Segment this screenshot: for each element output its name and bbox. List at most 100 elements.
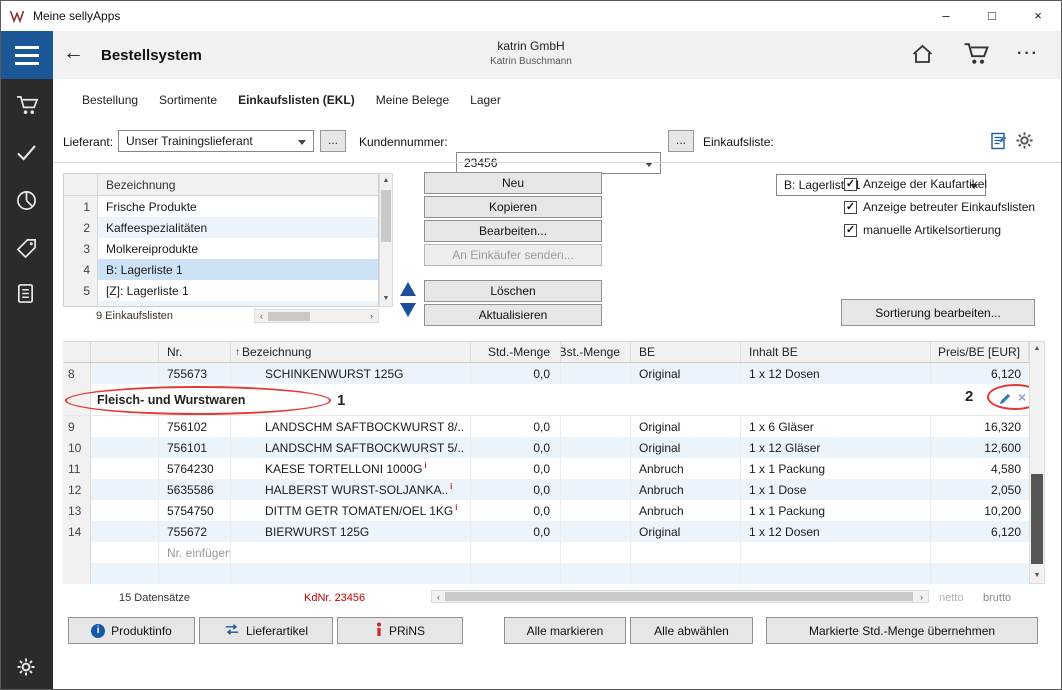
scroll-right-icon[interactable]: › [915,592,928,602]
app-window: Meine sellyApps – □ × ← Bestellsystem ka… [0,0,1062,690]
list-item[interactable]: 3Molkereiprodukte [64,238,378,259]
scroll-up-icon[interactable]: ▲ [380,174,392,188]
minimize-button[interactable]: – [923,1,969,31]
sidebar-journal-icon[interactable] [16,283,35,307]
scroll-left-icon[interactable]: ‹ [432,592,445,602]
kundennummer-label: Kundennummer: [359,135,448,149]
table-header-row: Nr. ↑ Bezeichnung Std.-Menge Bst.-Menge … [63,341,1029,363]
nr-einfuegen-placeholder[interactable]: Nr. einfügen [159,542,231,563]
list-header-bezeichnung[interactable]: Bezeichnung [98,174,378,195]
loeschen-button[interactable]: Löschen [424,280,602,302]
scroll-down-icon[interactable]: ▼ [1030,569,1044,583]
table-row[interactable]: 14 755672 BIERWURST 125G 0,0 Original 1 … [63,521,1029,542]
sortierung-bearbeiten-button[interactable]: Sortierung bearbeiten... [841,299,1035,326]
lieferant-browse-button[interactable]: ... [320,130,346,152]
sidebar-check-icon[interactable] [16,144,37,164]
neu-button[interactable]: Neu [424,172,602,194]
scroll-right-icon[interactable]: › [365,311,378,321]
list-settings-gear-icon[interactable] [1015,131,1034,153]
einkaufsliste-label: Einkaufsliste: [703,135,774,149]
list-item[interactable]: 5[Z]: Lagerliste 1 [64,280,378,301]
table-horizontal-scrollbar[interactable]: ‹ › [431,590,929,603]
table-row[interactable]: 9 756102 LANDSCHM SAFTBOCKWURST 8/.. 0,0… [63,416,1029,437]
lieferant-label: Lieferant: [63,135,113,149]
list-item[interactable]: 1Frische Produkte [64,196,378,217]
tab-sortimente[interactable]: Sortimente [159,93,217,107]
aktualisieren-button[interactable]: Aktualisieren [424,304,602,326]
netto-label[interactable]: netto [939,592,963,604]
header-std-menge[interactable]: Std.-Menge [471,342,561,362]
tab-bestellung[interactable]: Bestellung [82,93,138,107]
more-menu-icon[interactable]: ··· [1017,45,1039,63]
info-icon: i [91,624,105,638]
table-row[interactable]: 13 5754750 DITTM GETR TOMATEN/OEL 1KGi 0… [63,500,1029,521]
checkbox-checked-icon[interactable]: ✓ [844,224,857,237]
tab-einkaufslisten[interactable]: Einkaufslisten (EKL) [238,93,355,107]
markierte-std-menge-uebernehmen-button[interactable]: Markierte Std.-Menge übernehmen [766,617,1038,644]
header-preis[interactable]: Preis/BE [EUR] [931,342,1029,362]
scrollbar-thumb[interactable] [445,592,913,601]
brutto-label[interactable]: brutto [983,592,1011,604]
produktinfo-button[interactable]: i Produktinfo [68,617,195,644]
header-nr[interactable]: Nr. [159,342,231,362]
settings-gear-icon[interactable] [16,657,36,680]
close-button[interactable]: × [1015,1,1061,31]
edit-list-icon[interactable] [990,131,1010,154]
scroll-up-icon[interactable]: ▲ [1030,342,1044,356]
checkbox-checked-icon[interactable]: ✓ [844,178,857,191]
header-be[interactable]: BE [631,342,741,362]
lieferartikel-button[interactable]: Lieferartikel [199,617,333,644]
tab-lager[interactable]: Lager [470,93,501,107]
kundennummer-dropdown[interactable]: 23456 [456,152,661,174]
lieferant-dropdown[interactable]: Unser Trainingslieferant [118,130,314,152]
list-item-selected[interactable]: 4B: Lagerliste 1 [64,259,378,280]
alle-markieren-button[interactable]: Alle markieren [504,617,626,644]
bearbeiten-button[interactable]: Bearbeiten... [424,220,602,242]
tab-meine-belege[interactable]: Meine Belege [376,93,449,107]
table-vertical-scrollbar[interactable]: ▲ ▼ [1029,341,1045,584]
list-horizontal-scrollbar[interactable]: ‹ › [254,309,379,323]
checkbox-anzeige-betreuter-ekl[interactable]: ✓ Anzeige betreuter Einkaufslisten [844,200,1035,214]
checkbox-manuelle-artikelsortierung[interactable]: ✓ manuelle Artikelsortierung [844,223,1035,237]
sidebar-tag-icon[interactable] [16,238,37,262]
sort-ascending-icon: ↑ [235,347,240,358]
move-down-button[interactable] [400,303,416,317]
annotation-ellipse-1 [65,386,331,415]
einkaufslisten-list: Bezeichnung 1Frische Produkte 2Kaffeespe… [63,173,379,307]
table-row[interactable]: 10 756101 LANDSCHM SAFTBOCKWURST 5/.. 0,… [63,437,1029,458]
header-bst-menge[interactable]: Bst.-Menge [561,342,631,362]
checkbox-checked-icon[interactable]: ✓ [844,201,857,214]
kopieren-button[interactable]: Kopieren [424,196,602,218]
scrollbar-thumb[interactable] [1031,474,1043,564]
scrollbar-thumb[interactable] [268,312,310,321]
alle-abwaehlen-button[interactable]: Alle abwählen [630,617,753,644]
app-logo-icon [9,8,25,24]
table-row[interactable]: 12 5635586 HALBERST WURST-SOLJANKA..i 0,… [63,479,1029,500]
scroll-left-icon[interactable]: ‹ [255,311,268,321]
scroll-down-icon[interactable]: ▼ [380,292,392,306]
maximize-button[interactable]: □ [969,1,1015,31]
list-vertical-scrollbar[interactable]: ▲ ▼ [379,173,393,307]
sidebar-cart-icon[interactable] [16,95,39,119]
prins-button[interactable]: PRiNS [337,617,463,644]
table-insert-row[interactable]: Nr. einfügen [63,542,1029,563]
article-table: Nr. ↑ Bezeichnung Std.-Menge Bst.-Menge … [63,341,1029,584]
list-item[interactable]: 2Kaffeespezialitäten [64,217,378,238]
sidebar-pie-chart-icon[interactable] [16,190,37,214]
kundennummer-browse-button[interactable]: ... [668,130,694,152]
scrollbar-thumb[interactable] [381,190,391,242]
table-row[interactable]: 11 5764230 KAESE TORTELLONI 1000Gi 0,0 A… [63,458,1029,479]
chevron-down-icon [298,140,306,145]
move-up-button[interactable] [400,282,416,296]
header-marker [91,342,159,362]
cart-icon[interactable] [963,42,990,69]
article-note-icon: i [450,482,452,491]
table-row[interactable]: 8 755673 SCHINKENWURST 125G 0,0 Original… [63,363,1029,384]
checkbox-anzeige-kaufartikel[interactable]: ✓ Anzeige der Kaufartikel [844,177,1035,191]
header-bezeichnung[interactable]: ↑ Bezeichnung [231,342,471,362]
home-icon[interactable] [911,44,934,67]
swap-arrows-icon [224,623,240,639]
header-inhalt-be[interactable]: Inhalt BE [741,342,931,362]
list-item[interactable]: 6Kopie von Kaufliste 3 Vormonate [64,301,378,307]
company-name: katrin GmbH [1,39,1061,53]
